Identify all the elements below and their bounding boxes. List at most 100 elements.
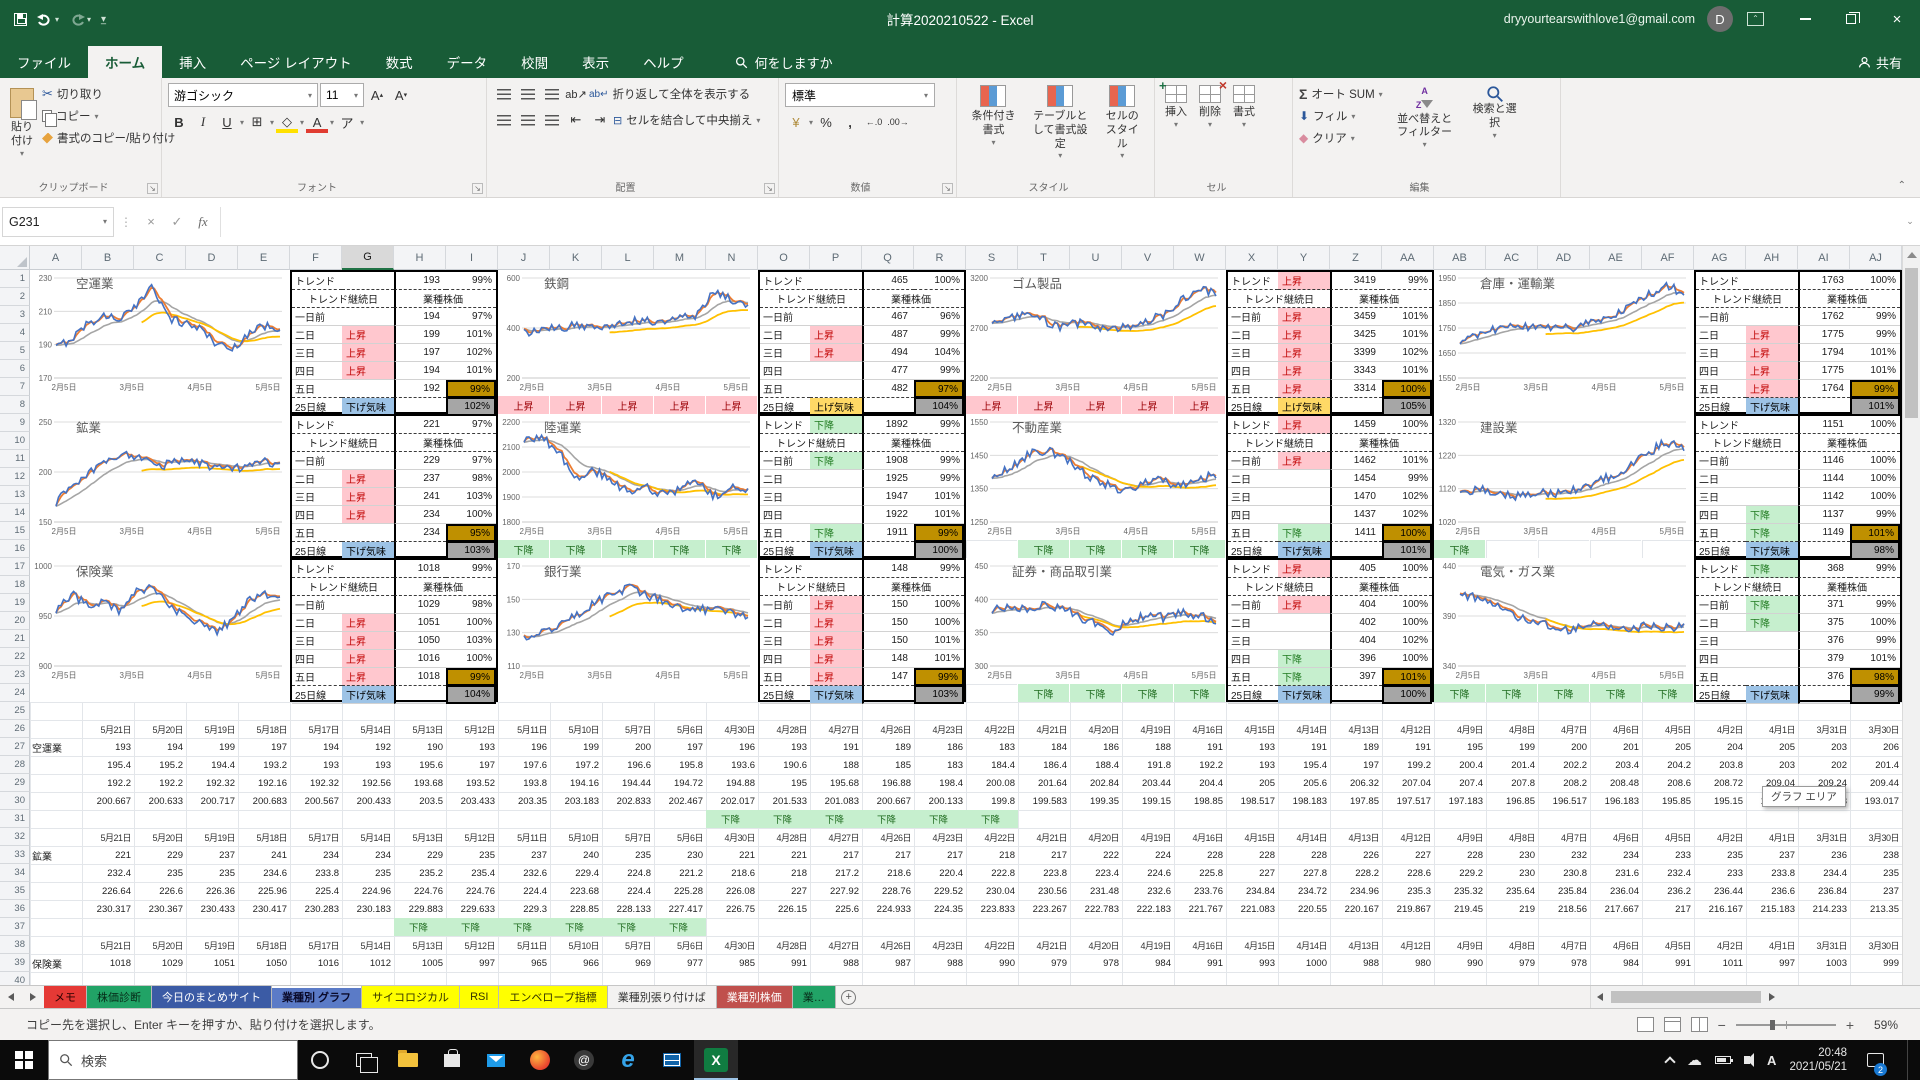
day-trend-cell[interactable]: 上昇 bbox=[1746, 326, 1798, 344]
tray-expand-icon[interactable] bbox=[1664, 1056, 1675, 1067]
trend-label[interactable]: トレンド bbox=[760, 416, 810, 434]
cell[interactable]: 229.883 bbox=[394, 900, 446, 918]
day-label[interactable]: 25日線 bbox=[760, 686, 810, 704]
trend-strip-cell[interactable]: 下降 bbox=[1174, 684, 1226, 702]
cell[interactable]: 234 bbox=[1590, 846, 1642, 864]
cell[interactable]: 197 bbox=[446, 756, 498, 774]
cell[interactable]: 199.583 bbox=[1018, 792, 1070, 810]
cell[interactable]: 203 bbox=[1798, 738, 1850, 756]
day-label[interactable]: 一日前 bbox=[760, 308, 810, 326]
cell[interactable]: 205 bbox=[1642, 738, 1694, 756]
day-price[interactable]: 1144 bbox=[1798, 470, 1850, 488]
cell[interactable]: 208.6 bbox=[1642, 774, 1694, 792]
cell[interactable]: 979 bbox=[1018, 954, 1070, 972]
ribbon-tab-ページ レイアウト[interactable]: ページ レイアウト bbox=[223, 46, 368, 78]
cell[interactable]: 5月14日 bbox=[342, 828, 394, 846]
sheet-nav-left-button[interactable] bbox=[0, 986, 22, 1008]
cell[interactable]: 217 bbox=[862, 846, 914, 864]
cell[interactable]: 223.833 bbox=[966, 900, 1018, 918]
grid[interactable]: 2302101901702月5日3月5日4月5日5月5日空運業トレンド19399… bbox=[30, 270, 1902, 985]
font-dialog-launcher[interactable]: ↘ bbox=[472, 183, 483, 194]
cell[interactable]: 218 bbox=[966, 846, 1018, 864]
cell[interactable]: 4月26日 bbox=[862, 720, 914, 738]
column-header-T[interactable]: T bbox=[1018, 246, 1070, 270]
ribbon-display-options-button[interactable]: ⌃ bbox=[1747, 12, 1764, 26]
column-header-B[interactable]: B bbox=[82, 246, 134, 270]
cell[interactable]: 4月26日 bbox=[862, 936, 914, 954]
orientation-button[interactable]: ab↗ bbox=[565, 83, 587, 105]
row-header-25[interactable]: 25 bbox=[0, 702, 30, 720]
cell[interactable]: 203.8 bbox=[1694, 756, 1746, 774]
select-all-button[interactable] bbox=[0, 246, 30, 270]
cell[interactable]: 4月21日 bbox=[1018, 936, 1070, 954]
cell[interactable]: 202.2 bbox=[1538, 756, 1590, 774]
zoom-out-button[interactable]: − bbox=[1718, 1017, 1726, 1033]
align-bottom-button[interactable] bbox=[541, 83, 563, 105]
cell[interactable]: 221.083 bbox=[1226, 900, 1278, 918]
cell[interactable]: 203.44 bbox=[1122, 774, 1174, 792]
cell[interactable]: 230.417 bbox=[238, 900, 290, 918]
cell[interactable]: 236.44 bbox=[1694, 882, 1746, 900]
day-label[interactable]: 三日 bbox=[1696, 632, 1746, 650]
cell[interactable]: 218.56 bbox=[1538, 900, 1590, 918]
cell[interactable]: 224.6 bbox=[1122, 864, 1174, 882]
day-label[interactable]: 二日 bbox=[1228, 326, 1278, 344]
cell[interactable]: 227.417 bbox=[654, 900, 706, 918]
cell[interactable]: 217.667 bbox=[1590, 900, 1642, 918]
cell[interactable]: 224.4 bbox=[602, 882, 654, 900]
day-pct[interactable]: 100% bbox=[1382, 614, 1432, 632]
cell-trend-down[interactable]: 下降 bbox=[654, 918, 706, 936]
cell[interactable]: 223.8 bbox=[1018, 864, 1070, 882]
day-trend-cell[interactable]: 上昇 bbox=[342, 632, 394, 650]
trend-label[interactable]: トレンド bbox=[1696, 560, 1746, 578]
zoom-in-button[interactable]: + bbox=[1846, 1017, 1854, 1033]
column-header-S[interactable]: S bbox=[966, 246, 1018, 270]
cell[interactable]: 197.517 bbox=[1382, 792, 1434, 810]
cell[interactable]: 234.4 bbox=[1798, 864, 1850, 882]
clear-button[interactable]: ◆クリア▾ bbox=[1299, 127, 1383, 149]
cell[interactable]: 979 bbox=[1486, 954, 1538, 972]
sub[interactable]: 業種株価 bbox=[862, 578, 964, 596]
day-pct[interactable]: 98% bbox=[446, 596, 496, 614]
cell[interactable]: 195.8 bbox=[654, 756, 706, 774]
taskbar-icon-at-mention[interactable]: @ bbox=[562, 1040, 606, 1080]
cell[interactable]: 4月23日 bbox=[914, 936, 966, 954]
day-price[interactable]: 1762 bbox=[1798, 308, 1850, 326]
fill-button[interactable]: ⬇フィル▾ bbox=[1299, 105, 1383, 127]
sector-chart-保険業[interactable]: 10009509002月5日3月5日4月5日5月5日保険業 bbox=[30, 558, 290, 702]
day-label[interactable]: 三日 bbox=[292, 632, 342, 650]
cell[interactable]: 4月22日 bbox=[966, 828, 1018, 846]
taskbar-icon-mail[interactable] bbox=[474, 1040, 518, 1080]
day-trend-cell[interactable] bbox=[342, 596, 394, 614]
day-price[interactable] bbox=[394, 686, 446, 704]
cell[interactable]: 193.52 bbox=[446, 774, 498, 792]
day-pct[interactable]: 101% bbox=[446, 362, 496, 380]
copy-button[interactable]: コピー▾ bbox=[42, 105, 175, 127]
increase-decimal-button[interactable]: ←.0 bbox=[863, 111, 885, 133]
row-header-39[interactable]: 39 bbox=[0, 954, 30, 972]
tell-me-box[interactable]: 何をしますか bbox=[735, 46, 833, 78]
sector-chart-建設業[interactable]: 13201220112010202月5日3月5日4月5日5月5日建設業 bbox=[1434, 414, 1694, 540]
day-pct[interactable]: 97% bbox=[914, 380, 964, 398]
day-pct[interactable]: 99% bbox=[1850, 632, 1900, 650]
start-button[interactable] bbox=[0, 1040, 48, 1080]
increase-indent-button[interactable]: ⇥ bbox=[589, 109, 611, 131]
cell[interactable]: 4月6日 bbox=[1590, 720, 1642, 738]
cell[interactable]: 4月19日 bbox=[1122, 720, 1174, 738]
cell[interactable]: 4月2日 bbox=[1694, 936, 1746, 954]
column-header-E[interactable]: E bbox=[238, 246, 290, 270]
cell[interactable]: 200 bbox=[602, 738, 654, 756]
cell[interactable]: 201.4 bbox=[1850, 756, 1902, 774]
ribbon-tab-校閲[interactable]: 校閲 bbox=[504, 46, 565, 78]
onedrive-cloud-icon[interactable]: ☁ bbox=[1687, 1051, 1702, 1069]
cell[interactable]: 4月15日 bbox=[1226, 720, 1278, 738]
day-price[interactable] bbox=[862, 686, 914, 704]
cell[interactable]: 195 bbox=[758, 774, 810, 792]
day-price[interactable]: 1051 bbox=[394, 614, 446, 632]
day-price[interactable]: 1050 bbox=[394, 632, 446, 650]
taskbar-icon-folder[interactable] bbox=[386, 1040, 430, 1080]
cell[interactable]: 5月20日 bbox=[134, 720, 186, 738]
day-trend-cell[interactable]: 下降 bbox=[1278, 524, 1330, 542]
cell[interactable]: 4月28日 bbox=[758, 828, 810, 846]
cell[interactable]: 219.45 bbox=[1434, 900, 1486, 918]
